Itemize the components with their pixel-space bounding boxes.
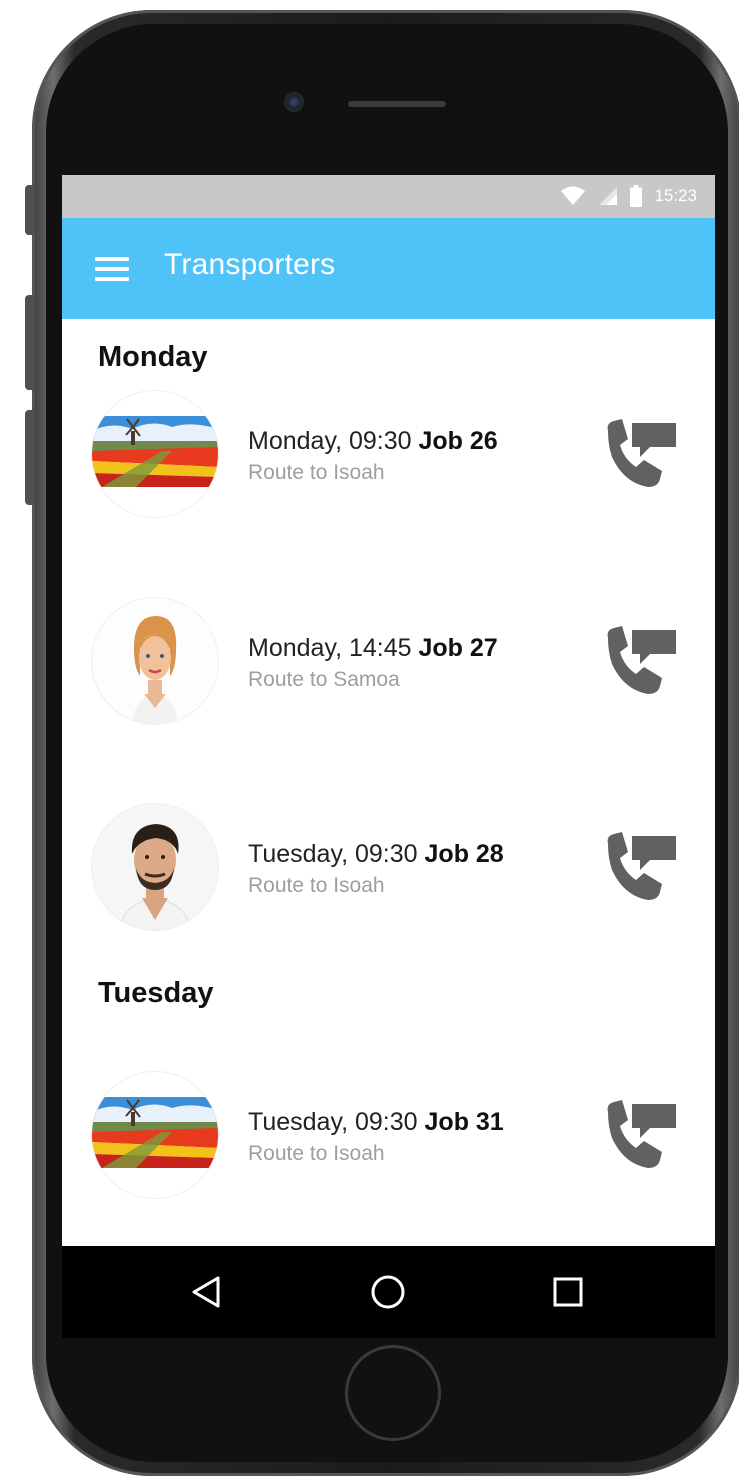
status-bar: 15:23: [62, 175, 715, 218]
avatar-man: [92, 804, 218, 930]
avatar-woman: [92, 598, 218, 724]
battery-icon: [630, 185, 643, 207]
earpiece-speaker: [348, 101, 446, 107]
item-title: Tuesday, 09:30 Job 31: [248, 1108, 504, 1137]
recents-square-icon[interactable]: [546, 1270, 590, 1314]
status-time: 15:23: [654, 186, 697, 205]
volume-up-button: [25, 295, 35, 390]
avatar-tulip-field: [92, 391, 218, 517]
item-route: Route to Samoa: [248, 668, 400, 691]
item-job: Job 31: [424, 1108, 504, 1136]
item-time: Monday, 09:30: [248, 427, 412, 455]
item-route: Route to Isoah: [248, 874, 385, 897]
volume-down-button: [25, 410, 35, 505]
app-screen: 15:23 Transporters Monday Monday, 09:30 …: [62, 175, 715, 1246]
item-route: Route to Isoah: [248, 461, 385, 484]
list-item[interactable]: Monday, 14:45 Job 27 Route to Samoa: [62, 598, 715, 728]
item-title: Monday, 14:45 Job 27: [248, 634, 498, 663]
hamburger-menu-icon[interactable]: [95, 257, 129, 281]
item-time: Monday, 14:45: [248, 634, 412, 662]
wifi-icon: [561, 186, 586, 205]
avatar-tulip-field: [92, 1072, 218, 1198]
item-time: Tuesday, 09:30: [248, 840, 418, 868]
back-triangle-icon[interactable]: [184, 1270, 228, 1314]
item-job: Job 28: [424, 840, 504, 868]
item-job: Job 26: [418, 427, 498, 455]
home-circle-icon[interactable]: [366, 1270, 410, 1314]
list-item[interactable]: Monday, 09:30 Job 26 Route to Isoah: [62, 391, 715, 521]
phone-message-icon[interactable]: [602, 830, 676, 904]
item-title: Monday, 09:30 Job 26: [248, 427, 498, 456]
physical-home-button[interactable]: [345, 1345, 441, 1441]
section-header-monday: Monday: [98, 341, 208, 373]
app-bar: Transporters: [62, 218, 715, 319]
section-header-tuesday: Tuesday: [98, 977, 214, 1009]
android-nav-bar: [62, 1246, 715, 1338]
item-title: Tuesday, 09:30 Job 28: [248, 840, 504, 869]
item-time: Tuesday, 09:30: [248, 1108, 418, 1136]
phone-message-icon[interactable]: [602, 417, 676, 491]
signal-icon: [599, 187, 618, 205]
item-job: Job 27: [418, 634, 498, 662]
list-item[interactable]: Tuesday, 09:30 Job 31 Route to Isoah: [62, 1072, 715, 1202]
phone-message-icon[interactable]: [602, 1098, 676, 1172]
mute-switch: [25, 185, 35, 235]
list-item[interactable]: Tuesday, 09:30 Job 28 Route to Isoah: [62, 804, 715, 934]
phone-message-icon[interactable]: [602, 624, 676, 698]
front-camera: [284, 92, 304, 112]
app-title: Transporters: [164, 248, 336, 281]
item-route: Route to Isoah: [248, 1142, 385, 1165]
status-icons: 15:23: [560, 184, 697, 208]
